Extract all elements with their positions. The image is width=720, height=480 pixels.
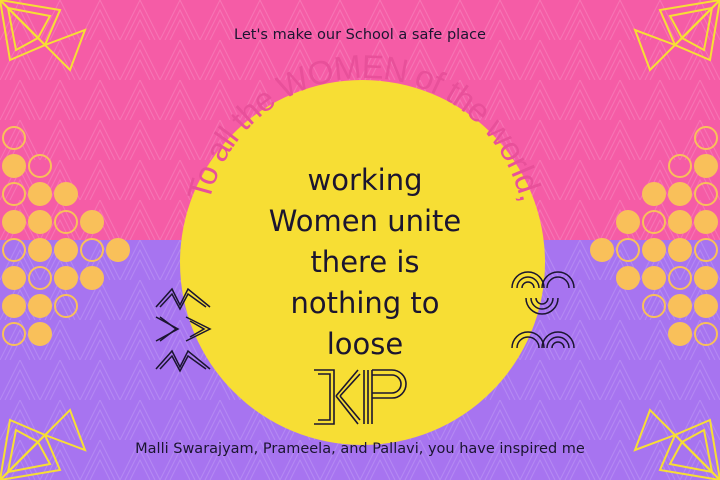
- message-line: loose: [326, 327, 404, 361]
- tagline: Let's make our School a safe place: [234, 27, 486, 43]
- message-line: there is: [310, 245, 420, 279]
- message-line: working: [307, 163, 423, 197]
- zigzag-arrows-icon: [155, 287, 212, 373]
- footer-dedication: Malli Swarajyam, Prameela, and Pallavi, …: [135, 441, 585, 457]
- message-line: nothing to: [290, 286, 440, 320]
- main-message: working Women unite there is nothing to …: [220, 160, 510, 365]
- message-line: Women unite: [268, 204, 462, 238]
- kp-monogram-logo: [314, 369, 407, 425]
- poster: To all the WOMEN of the world, Let's mak…: [0, 0, 720, 480]
- semicircle-stack-icon: [511, 271, 575, 349]
